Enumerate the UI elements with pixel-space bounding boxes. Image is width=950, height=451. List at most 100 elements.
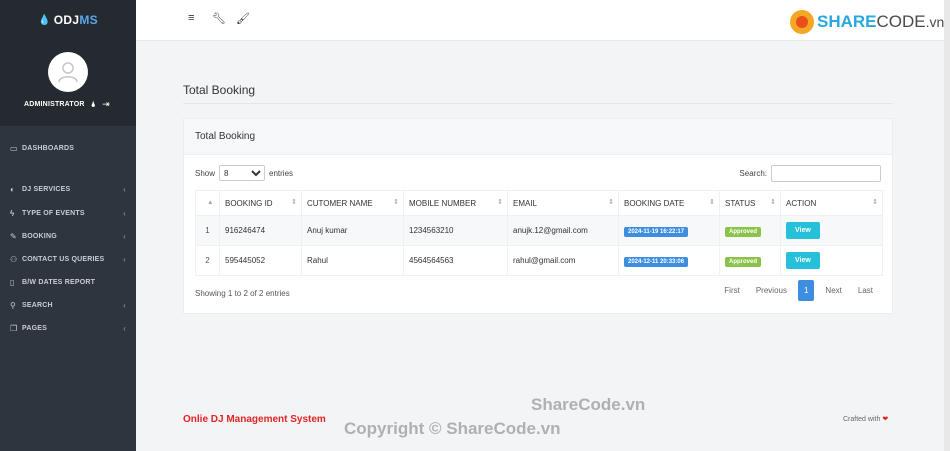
pagination-first[interactable]: First xyxy=(716,286,748,295)
sidebar-item-label: CONTACT US QUERIES xyxy=(22,255,105,263)
droplet-icon[interactable]: 🌢 xyxy=(91,99,96,110)
column-header-booking-date[interactable]: BOOKING DATE ⇕ xyxy=(618,190,720,216)
mobile-number: 1234563210 xyxy=(403,215,508,246)
scrollbar[interactable] xyxy=(944,0,950,451)
action-cell: View xyxy=(780,215,883,246)
logo-text-c: .vn xyxy=(925,14,945,30)
column-header-booking-id[interactable]: BOOKING ID ⇕ xyxy=(219,190,302,216)
heart-icon: ❤ xyxy=(882,416,889,423)
customer-name: Rahul xyxy=(301,245,404,276)
menu-toggle-icon[interactable]: ≡ xyxy=(188,12,194,24)
watermark-text: ShareCode.vn xyxy=(531,395,646,414)
search-label: Search: xyxy=(739,169,767,178)
sort-icon: ▴ xyxy=(208,199,212,206)
table-row: 1 916246474 Anuj kumar 1234563210 anujk.… xyxy=(195,215,883,246)
mobile-number: 4564564563 xyxy=(403,245,508,276)
sharecode-logo: SHARE CODE .vn xyxy=(790,10,944,34)
column-header-status[interactable]: STATUS ⇕ xyxy=(719,190,781,216)
booking-date-cell: 2024-11-19 16:22:17 xyxy=(618,215,720,246)
view-button[interactable]: View xyxy=(786,222,820,239)
users-icon: ⚇ xyxy=(10,254,18,264)
booking-date-badge: 2024-11-19 16:22:17 xyxy=(624,227,689,237)
email: anujk.12@gmail.com xyxy=(507,215,619,246)
brand-logo[interactable]: 💧 ODJ MS xyxy=(0,0,136,40)
email: rahul@gmail.com xyxy=(507,245,619,276)
pagination-next[interactable]: Next xyxy=(817,286,849,295)
status-badge: Approved xyxy=(725,257,762,267)
page-length-control: Show 8 entries xyxy=(195,165,293,181)
sharecode-logo-icon xyxy=(790,10,814,34)
view-button[interactable]: View xyxy=(786,252,820,269)
booking-id: 916246474 xyxy=(219,215,302,246)
page-title: Total Booking xyxy=(183,83,256,97)
sidebar-item-contact-us-queries[interactable]: ⚇ CONTACT US QUERIES ‹ xyxy=(10,252,126,266)
column-header-email[interactable]: EMAIL ⇕ xyxy=(507,190,619,216)
sidebar-item-search[interactable]: ⚲ SEARCH ‹ xyxy=(10,298,126,312)
pagination-previous[interactable]: Previous xyxy=(748,286,795,295)
entries-label: entries xyxy=(269,168,294,178)
logo-text-a: SHARE xyxy=(817,12,877,31)
user-icon xyxy=(58,62,78,83)
sidebar-item-pages[interactable]: ❐ PAGES ‹ xyxy=(10,321,126,335)
chevron-left-icon: ‹ xyxy=(123,231,126,241)
booking-id: 595445052 xyxy=(219,245,302,276)
user-role: ADMINISTRATOR xyxy=(24,101,85,108)
column-header-mobile-number[interactable]: MOBILE NUMBER ⇕ xyxy=(403,190,508,216)
booking-date-cell: 2024-12-11 20:33:06 xyxy=(618,245,720,276)
headphones-icon: ◐ xyxy=(10,184,16,194)
table-row: 2 595445052 Rahul 4564564563 rahul@gmail… xyxy=(195,245,883,276)
search-input[interactable] xyxy=(771,165,881,182)
page-length-select[interactable]: 8 xyxy=(219,165,266,181)
droplet-icon: 💧 xyxy=(38,14,51,26)
sidebar-item-dj-services[interactable]: ◐ DJ SERVICES ‹ xyxy=(10,182,126,196)
sidebar-item-label: B/W DATES REPORT xyxy=(22,278,96,286)
pagination-last[interactable]: Last xyxy=(850,286,881,295)
dashboard-icon: ▭ xyxy=(10,143,18,153)
status-badge: Approved xyxy=(725,227,762,237)
logo-text-b: CODE xyxy=(876,12,926,31)
wrench-icon[interactable]: 🔧︎ xyxy=(212,12,226,25)
chevron-left-icon: ‹ xyxy=(123,208,126,218)
sidebar-item-label: TYPE OF EVENTS xyxy=(22,209,85,217)
table-search: Search: xyxy=(739,165,881,182)
status-cell: Approved xyxy=(719,245,781,276)
sidebar: 💧 ODJ MS ADMINISTRATOR 🌢 ⇥ ▭ DASHBOARDS ◐… xyxy=(0,0,136,451)
sidebar-item-booking[interactable]: ✎ BOOKING ‹ xyxy=(10,229,126,243)
table-header-row: ▴ BOOKING ID ⇕ CUTOMER NAME ⇕ MOBILE NUMBE… xyxy=(195,190,883,216)
chevron-left-icon: ‹ xyxy=(123,184,126,194)
booking-card: Total Booking Show 8 entries Search: ▴ B… xyxy=(183,118,893,314)
copy-icon: ❐ xyxy=(10,323,18,333)
column-header-customer-name[interactable]: CUTOMER NAME ⇕ xyxy=(301,190,404,216)
avatar[interactable] xyxy=(48,52,88,92)
column-header-number[interactable]: ▴ xyxy=(195,190,220,216)
sidebar-item-label: DJ SERVICES xyxy=(22,185,71,193)
sidebar-item-type-of-events[interactable]: ϟ TYPE OF EVENTS ‹ xyxy=(10,206,126,220)
divider xyxy=(183,103,893,104)
sidebar-item-label: SEARCH xyxy=(22,301,53,309)
chevron-left-icon: ‹ xyxy=(123,300,126,310)
sidebar-item-label: BOOKING xyxy=(22,232,57,240)
chevron-left-icon: ‹ xyxy=(123,254,126,264)
file-icon: ▯ xyxy=(10,277,15,287)
booking-table: ▴ BOOKING ID ⇕ CUTOMER NAME ⇕ MOBILE NUMBE… xyxy=(195,190,883,276)
row-number: 1 xyxy=(195,215,220,246)
footer-credit-text: Crafted with xyxy=(843,416,881,423)
sort-icon: ⇕ xyxy=(291,199,297,206)
booking-date-badge: 2024-12-11 20:33:06 xyxy=(624,257,689,267)
sort-icon: ⇕ xyxy=(393,199,399,206)
chevron-left-icon: ‹ xyxy=(123,323,126,333)
table-info: Showing 1 to 2 of 2 entries xyxy=(195,289,290,298)
column-header-action[interactable]: ACTION ⇕ xyxy=(780,190,883,216)
pagination-page-1[interactable]: 1 xyxy=(797,280,815,301)
watermark-copyright: Copyright © ShareCode.vn xyxy=(344,419,561,438)
sidebar-item-label: DASHBOARDS xyxy=(22,144,75,152)
sidebar-item-bw-dates-report[interactable]: ▯ B/W DATES REPORT xyxy=(10,275,126,289)
row-number: 2 xyxy=(195,245,220,276)
logout-icon[interactable]: ⇥ xyxy=(102,99,110,110)
customer-name: Anuj kumar xyxy=(301,215,404,246)
bolt-icon: ϟ xyxy=(10,208,15,218)
brush-icon[interactable]: 🖌︎ xyxy=(236,12,250,25)
sort-icon: ⇕ xyxy=(709,199,715,206)
sidebar-item-dashboards[interactable]: ▭ DASHBOARDS xyxy=(10,141,126,155)
sort-icon: ⇕ xyxy=(497,199,503,206)
